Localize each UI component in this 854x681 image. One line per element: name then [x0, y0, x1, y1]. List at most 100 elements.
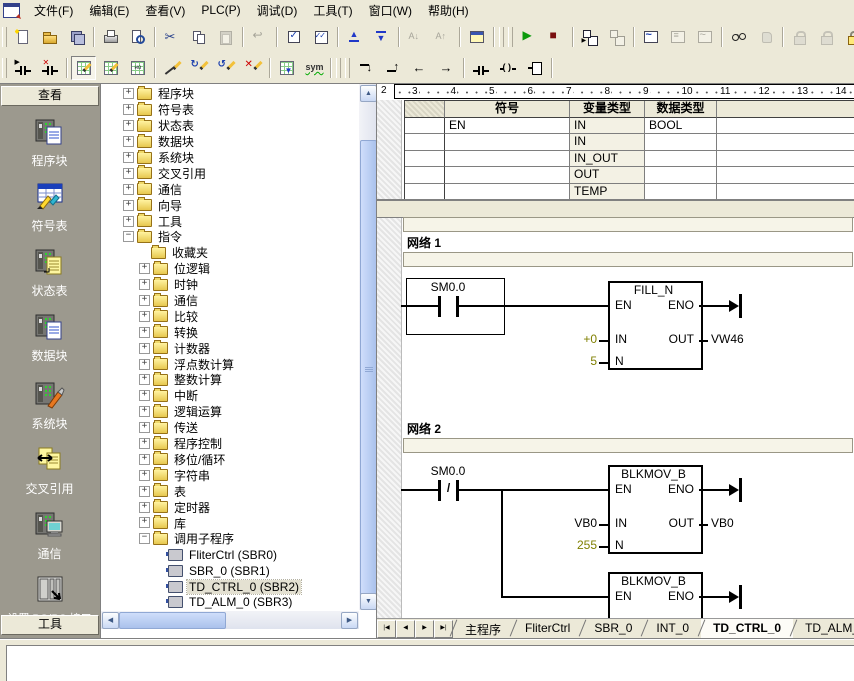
var-table-cell-var-type[interactable]: IN — [570, 118, 645, 135]
tree-item-logic-ops[interactable]: +逻辑运算 — [101, 404, 358, 420]
tree-expander[interactable]: + — [123, 168, 134, 179]
tree-item-symbol-table[interactable]: +符号表 — [101, 102, 358, 118]
chart-status-button[interactable] — [638, 25, 663, 49]
tree-item-status-chart[interactable]: +状态表 — [101, 118, 358, 134]
run-button[interactable] — [516, 25, 541, 49]
pen-ccw-button[interactable] — [213, 56, 238, 80]
tree-expander[interactable]: + — [139, 502, 150, 513]
tree-item-sbr-fliterctrl[interactable]: FliterCtrl (SBR0) — [101, 547, 358, 563]
sidebar-item-cross-reference[interactable]: 交叉引用 — [0, 443, 99, 497]
var-table-row-header[interactable] — [405, 118, 445, 135]
pen-cw-button[interactable] — [186, 56, 211, 80]
pou-tab-td-alm-0[interactable]: TD_ALM_0 — [793, 619, 854, 638]
var-table-cell-var-type[interactable]: TEMP — [570, 184, 645, 201]
var-table-cell-symbol[interactable] — [445, 167, 570, 184]
var-table-row-header[interactable] — [405, 184, 445, 201]
tree-item-wizard[interactable]: +向导 — [101, 197, 358, 213]
tools-bar-button[interactable]: 工具 — [1, 615, 99, 635]
sidebar-item-data-block[interactable]: 数据块 — [0, 310, 99, 364]
blkmov-b-1-n-value[interactable]: 255 — [562, 539, 597, 552]
tree-item-table[interactable]: +表 — [101, 483, 358, 499]
tree-item-system-block[interactable]: +系统块 — [101, 150, 358, 166]
program-status-button[interactable] — [577, 25, 602, 49]
tree-item-program-block[interactable]: +程序块 — [101, 86, 358, 102]
compile-all-button[interactable] — [308, 25, 333, 49]
sidebar-item-status-chart[interactable]: 状态表 — [0, 245, 99, 299]
tree-item-sbr-td-alm-0[interactable]: TD_ALM_0 (SBR3) — [101, 595, 358, 611]
line-left-button[interactable] — [407, 56, 432, 80]
tab-nav-button-2[interactable]: ▶ — [415, 620, 434, 638]
tree-vscroll-thumb[interactable] — [360, 140, 377, 597]
tree-item-call-subroutine[interactable]: −调用子程序 — [101, 531, 358, 547]
var-table-row-header[interactable] — [405, 167, 445, 184]
tree-expander[interactable]: + — [123, 152, 134, 163]
tree-item-convert[interactable]: +转换 — [101, 324, 358, 340]
tree-item-counters[interactable]: +计数器 — [101, 340, 358, 356]
tree-item-cross-reference[interactable]: +交叉引用 — [101, 165, 358, 181]
toolbar-grip[interactable] — [2, 27, 7, 47]
tree-expander[interactable]: + — [139, 470, 150, 481]
fill-n-out-operand[interactable]: VW46 — [711, 333, 744, 346]
cut-button[interactable] — [159, 25, 184, 49]
tree-expander[interactable]: + — [139, 374, 150, 385]
fill-n-in-value[interactable]: +0 — [567, 333, 597, 346]
contact-run-button[interactable] — [10, 56, 35, 80]
tree-item-compare[interactable]: +比较 — [101, 308, 358, 324]
tree-item-sbr-0[interactable]: SBR_0 (SBR1) — [101, 563, 358, 579]
tree-expander[interactable]: + — [139, 390, 150, 401]
insert-box-button[interactable] — [522, 56, 547, 80]
tree-expander[interactable]: + — [139, 295, 150, 306]
menu-item-0[interactable]: 文件(F) — [26, 0, 81, 22]
menu-item-6[interactable]: 窗口(W) — [361, 0, 420, 22]
toolbar-grip[interactable] — [336, 58, 341, 78]
menu-item-4[interactable]: 调试(D) — [249, 0, 306, 22]
tree-item-string[interactable]: +字符串 — [101, 467, 358, 483]
splitter[interactable] — [377, 199, 854, 218]
sidebar-item-symbol-table[interactable]: 符号表 — [0, 180, 99, 234]
pen-delete-button[interactable] — [240, 56, 265, 80]
tree-item-tools[interactable]: +工具 — [101, 213, 358, 229]
tree-expander[interactable]: + — [139, 486, 150, 497]
var-table-cell-var-type[interactable]: IN_OUT — [570, 151, 645, 168]
tree-item-interrupt[interactable]: +中断 — [101, 388, 358, 404]
toolbar-grip[interactable] — [345, 58, 350, 78]
pou-tab-sbr-0[interactable]: SBR_0 — [582, 619, 644, 638]
tree-expander[interactable]: + — [139, 422, 150, 433]
download-button[interactable] — [369, 25, 394, 49]
pou-tab--[interactable]: 主程序 — [453, 619, 513, 638]
var-table-cell-var-type[interactable]: IN — [570, 134, 645, 151]
line-up-button[interactable] — [380, 56, 405, 80]
var-table-cell-symbol[interactable] — [445, 151, 570, 168]
tree-expander[interactable]: + — [139, 311, 150, 322]
tree-expander[interactable]: + — [139, 327, 150, 338]
lock-password-button[interactable] — [841, 25, 854, 49]
menu-item-2[interactable]: 查看(V) — [137, 0, 193, 22]
tab-nav-button-0[interactable]: |◀ — [377, 620, 396, 638]
tree-hscroll-thumb[interactable] — [119, 612, 226, 629]
pen-line-button[interactable] — [159, 56, 184, 80]
scroll-up-button[interactable]: ▲ — [360, 85, 377, 102]
var-table-cell-symbol[interactable] — [445, 134, 570, 151]
network-2-comment-bar[interactable] — [403, 438, 853, 453]
var-table-row-header[interactable] — [405, 134, 445, 151]
toolbar-grip[interactable] — [499, 27, 504, 47]
tree-expander[interactable]: − — [139, 533, 150, 544]
tree-expander[interactable]: + — [139, 279, 150, 290]
pou-tab-fliterctrl[interactable]: FliterCtrl — [513, 619, 582, 638]
menu-item-1[interactable]: 编辑(E) — [81, 0, 137, 22]
copy-button[interactable] — [186, 25, 211, 49]
toolbar-grip[interactable] — [508, 27, 513, 47]
tree-item-timers[interactable]: +定时器 — [101, 499, 358, 515]
view-ladder-button[interactable] — [71, 56, 96, 80]
new-file-button[interactable] — [10, 25, 35, 49]
tree-expander[interactable]: + — [139, 359, 150, 370]
var-table-cell-data-type[interactable] — [645, 151, 717, 168]
var-table-cell-extra[interactable] — [717, 167, 854, 184]
var-table-cell-data-type[interactable] — [645, 184, 717, 201]
pou-tab-int-0[interactable]: INT_0 — [644, 619, 701, 638]
var-table-cell-symbol[interactable]: EN — [445, 118, 570, 135]
print-button[interactable] — [98, 25, 123, 49]
tree-item-shift-rotate[interactable]: +移位/循环 — [101, 451, 358, 467]
menu-item-5[interactable]: 工具(T) — [305, 0, 360, 22]
tree-expander[interactable]: + — [139, 438, 150, 449]
